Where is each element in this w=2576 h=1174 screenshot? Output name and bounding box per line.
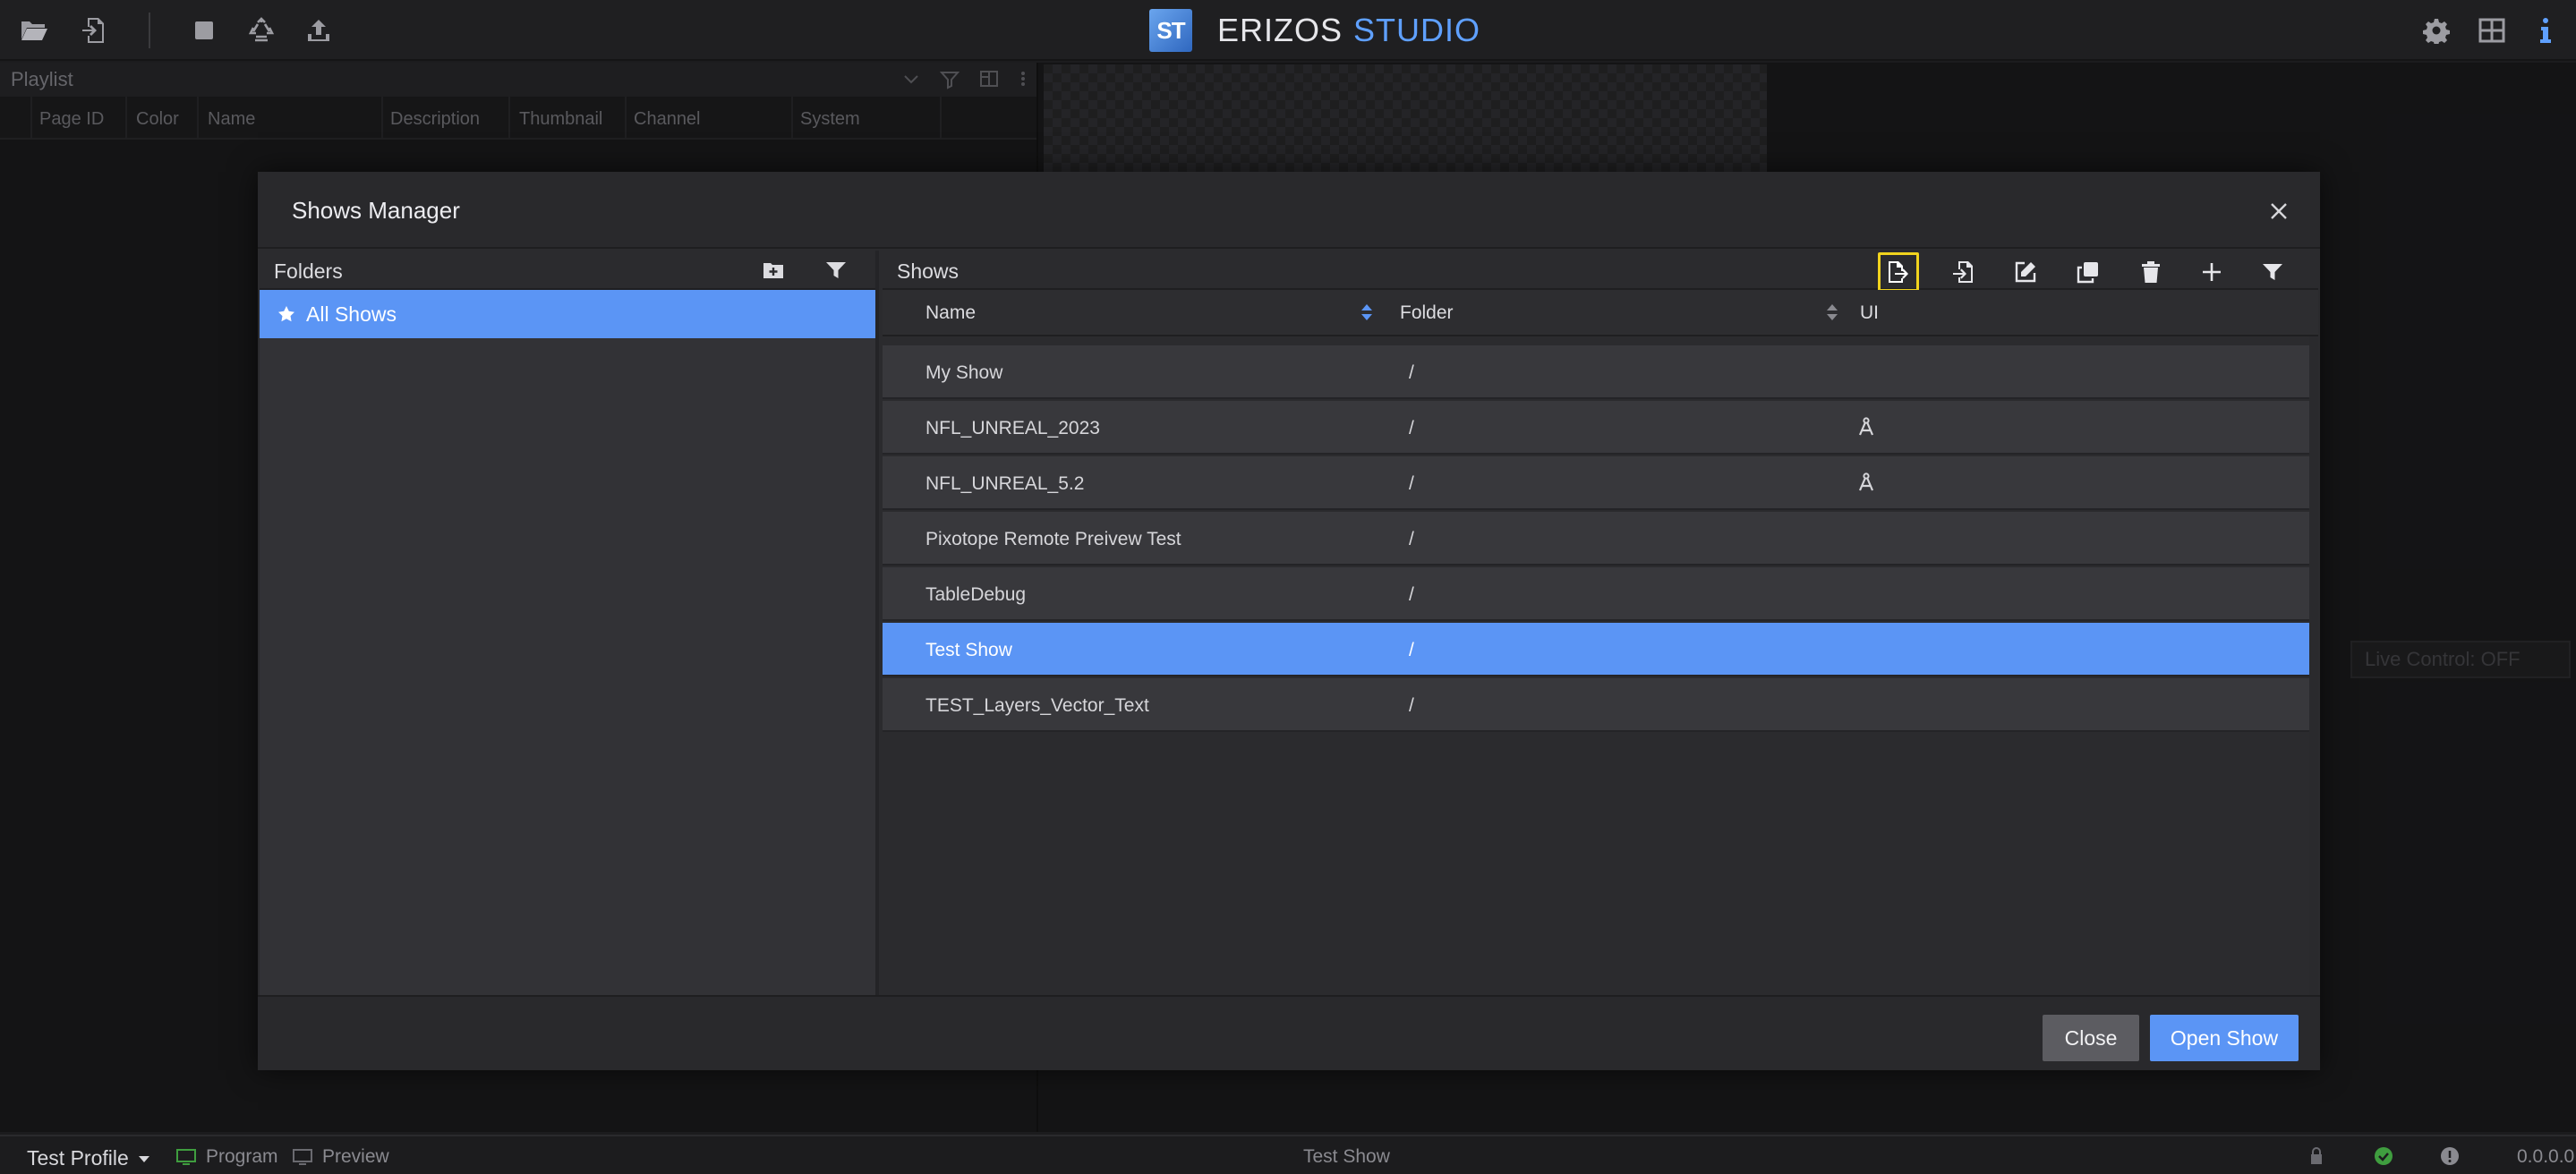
show-folder: / bbox=[1409, 529, 1414, 549]
profile-selector[interactable]: Test Profile bbox=[27, 1146, 150, 1170]
show-folder: / bbox=[1409, 695, 1414, 716]
filter-icon[interactable] bbox=[2252, 252, 2293, 292]
table-row[interactable]: NFL_UNREAL_5.2 / bbox=[883, 456, 2309, 510]
table-row[interactable]: TableDebug / bbox=[883, 567, 2309, 621]
shows-table-header: Name Folder UI bbox=[883, 290, 2318, 336]
toolbar-divider bbox=[149, 13, 150, 48]
column-header-folder[interactable]: Folder bbox=[1400, 302, 1454, 324]
version-label: 0.0.0.0 bbox=[2517, 1146, 2575, 1167]
dialog-header: Shows Manager bbox=[258, 172, 2320, 249]
import-show-icon[interactable] bbox=[1942, 252, 1983, 292]
file-import-icon[interactable] bbox=[75, 13, 111, 48]
dialog-footer: Close Open Show bbox=[258, 995, 2320, 1070]
upload-icon[interactable] bbox=[301, 13, 337, 48]
current-show: Test Show bbox=[1303, 1146, 1390, 1168]
brand: ST ERIZOS STUDIO bbox=[1149, 9, 1480, 52]
show-name: TEST_Layers_Vector_Text bbox=[925, 695, 1149, 716]
monitor-icon bbox=[176, 1149, 196, 1165]
shows-table-body: My Show / NFL_UNREAL_2023 / NFL_UNREAL_5… bbox=[883, 336, 2309, 995]
open-show-button[interactable]: Open Show bbox=[2150, 1015, 2299, 1061]
lock-icon[interactable] bbox=[2309, 1146, 2324, 1166]
monitor-icon bbox=[293, 1149, 312, 1165]
layout-grid-icon[interactable] bbox=[2474, 13, 2510, 48]
show-folder: / bbox=[1409, 640, 1414, 660]
program-label: Program bbox=[206, 1146, 278, 1167]
sort-icon[interactable] bbox=[1826, 302, 1838, 322]
shows-pane: Shows Name Folder UI My Show / NFL_UNREA… bbox=[883, 251, 2318, 995]
folder-label: All Shows bbox=[306, 302, 397, 326]
compass-icon bbox=[1856, 417, 1876, 437]
preview-label: Preview bbox=[322, 1146, 389, 1167]
table-row[interactable]: NFL_UNREAL_2023 / bbox=[883, 401, 2309, 455]
compass-icon bbox=[1856, 472, 1876, 492]
shows-title: Shows bbox=[897, 259, 960, 283]
table-row[interactable]: Pixotope Remote Preivew Test / bbox=[883, 512, 2309, 566]
column-header-ui[interactable]: UI bbox=[1860, 302, 1879, 324]
info-icon[interactable] bbox=[2528, 13, 2563, 48]
table-row[interactable]: TEST_Layers_Vector_Text / bbox=[883, 678, 2309, 732]
gear-icon[interactable] bbox=[2418, 13, 2454, 48]
filter-icon[interactable] bbox=[822, 256, 850, 285]
show-name: Pixotope Remote Preivew Test bbox=[925, 529, 1181, 549]
preview-indicator: Preview bbox=[292, 1146, 389, 1168]
add-show-icon[interactable] bbox=[2191, 252, 2232, 292]
close-icon[interactable] bbox=[2261, 193, 2297, 229]
star-icon bbox=[278, 306, 294, 322]
shows-manager-dialog: Shows Manager Folders All Shows Shows Na… bbox=[258, 172, 2320, 1070]
top-toolbar: ST ERIZOS STUDIO bbox=[0, 0, 2576, 61]
close-button[interactable]: Close bbox=[2043, 1015, 2139, 1061]
brand-name: ERIZOS bbox=[1217, 12, 1343, 48]
folders-header: Folders bbox=[260, 251, 875, 290]
show-folder: / bbox=[1409, 362, 1414, 383]
show-name: Test Show bbox=[925, 640, 1012, 660]
show-folder: / bbox=[1409, 418, 1414, 438]
recycle-icon[interactable] bbox=[243, 13, 279, 48]
duplicate-icon[interactable] bbox=[2068, 252, 2109, 292]
show-name: NFL_UNREAL_2023 bbox=[925, 418, 1100, 438]
folders-pane: Folders All Shows bbox=[260, 251, 879, 995]
caret-down-icon bbox=[138, 1155, 149, 1162]
alert-icon bbox=[2440, 1146, 2460, 1166]
table-row-selected[interactable]: Test Show / bbox=[883, 623, 2309, 676]
edit-icon[interactable] bbox=[2005, 252, 2046, 292]
current-show-label: Test Show bbox=[1303, 1146, 1390, 1167]
column-header-name[interactable]: Name bbox=[925, 302, 976, 324]
folder-open-icon[interactable] bbox=[16, 13, 52, 48]
scrollbar[interactable] bbox=[2309, 336, 2318, 995]
table-row[interactable]: My Show / bbox=[883, 345, 2309, 399]
delete-icon[interactable] bbox=[2130, 252, 2171, 292]
show-name: My Show bbox=[925, 362, 1003, 383]
program-indicator: Program bbox=[175, 1146, 278, 1168]
status-ok-icon bbox=[2374, 1146, 2393, 1166]
show-name: TableDebug bbox=[925, 584, 1027, 605]
stop-icon[interactable] bbox=[186, 13, 222, 48]
sort-icon[interactable] bbox=[1361, 302, 1373, 322]
profile-label: Test Profile bbox=[27, 1146, 129, 1170]
brand-name-accent: STUDIO bbox=[1353, 12, 1481, 48]
add-folder-icon[interactable] bbox=[759, 256, 788, 285]
export-show-icon[interactable] bbox=[1878, 252, 1919, 292]
shows-header: Shows bbox=[883, 251, 2318, 292]
show-folder: / bbox=[1409, 584, 1414, 605]
show-name: NFL_UNREAL_5.2 bbox=[925, 473, 1085, 494]
folders-title: Folders bbox=[274, 259, 343, 283]
show-folder: / bbox=[1409, 473, 1414, 494]
folder-item-all-shows[interactable]: All Shows bbox=[260, 290, 875, 338]
dialog-title: Shows Manager bbox=[292, 197, 460, 224]
brand-logo: ST bbox=[1149, 9, 1192, 52]
status-bar: Test Profile Program Preview Test Show 0… bbox=[0, 1135, 2576, 1174]
